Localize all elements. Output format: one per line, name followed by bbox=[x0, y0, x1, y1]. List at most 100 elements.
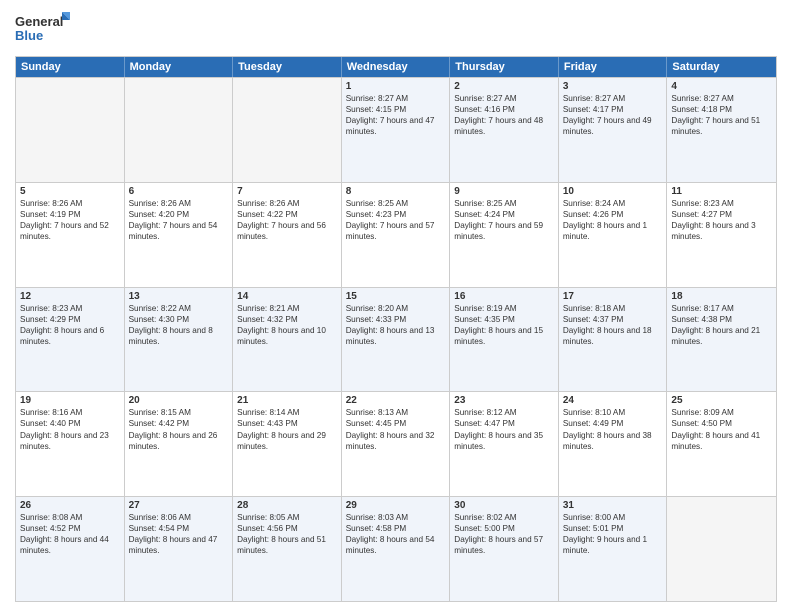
day-number: 23 bbox=[454, 395, 554, 406]
day-number: 25 bbox=[671, 395, 772, 406]
cell-content: Sunrise: 8:16 AMSunset: 4:40 PMDaylight:… bbox=[20, 407, 120, 451]
cell-content: Sunrise: 8:27 AMSunset: 4:16 PMDaylight:… bbox=[454, 93, 554, 137]
calendar-cell-21: 21Sunrise: 8:14 AMSunset: 4:43 PMDayligh… bbox=[233, 392, 342, 496]
day-number: 20 bbox=[129, 395, 229, 406]
logo-svg: General Blue bbox=[15, 10, 70, 48]
cell-content: Sunrise: 8:27 AMSunset: 4:17 PMDaylight:… bbox=[563, 93, 663, 137]
calendar-cell-empty bbox=[233, 78, 342, 182]
calendar-cell-17: 17Sunrise: 8:18 AMSunset: 4:37 PMDayligh… bbox=[559, 288, 668, 392]
day-number: 31 bbox=[563, 500, 663, 511]
header-day-sunday: Sunday bbox=[16, 57, 125, 77]
calendar-cell-6: 6Sunrise: 8:26 AMSunset: 4:20 PMDaylight… bbox=[125, 183, 234, 287]
day-number: 22 bbox=[346, 395, 446, 406]
day-number: 10 bbox=[563, 186, 663, 197]
day-number: 3 bbox=[563, 81, 663, 92]
calendar-cell-empty bbox=[125, 78, 234, 182]
calendar-cell-18: 18Sunrise: 8:17 AMSunset: 4:38 PMDayligh… bbox=[667, 288, 776, 392]
logo: General Blue bbox=[15, 10, 70, 48]
cell-content: Sunrise: 8:22 AMSunset: 4:30 PMDaylight:… bbox=[129, 303, 229, 347]
header-day-saturday: Saturday bbox=[667, 57, 776, 77]
calendar-cell-9: 9Sunrise: 8:25 AMSunset: 4:24 PMDaylight… bbox=[450, 183, 559, 287]
calendar-cell-3: 3Sunrise: 8:27 AMSunset: 4:17 PMDaylight… bbox=[559, 78, 668, 182]
cell-content: Sunrise: 8:14 AMSunset: 4:43 PMDaylight:… bbox=[237, 407, 337, 451]
day-number: 8 bbox=[346, 186, 446, 197]
calendar-cell-23: 23Sunrise: 8:12 AMSunset: 4:47 PMDayligh… bbox=[450, 392, 559, 496]
day-number: 6 bbox=[129, 186, 229, 197]
calendar-cell-15: 15Sunrise: 8:20 AMSunset: 4:33 PMDayligh… bbox=[342, 288, 451, 392]
calendar-cell-empty bbox=[16, 78, 125, 182]
day-number: 7 bbox=[237, 186, 337, 197]
svg-text:Blue: Blue bbox=[15, 28, 43, 43]
cell-content: Sunrise: 8:18 AMSunset: 4:37 PMDaylight:… bbox=[563, 303, 663, 347]
calendar-cell-24: 24Sunrise: 8:10 AMSunset: 4:49 PMDayligh… bbox=[559, 392, 668, 496]
calendar-cell-30: 30Sunrise: 8:02 AMSunset: 5:00 PMDayligh… bbox=[450, 497, 559, 601]
day-number: 18 bbox=[671, 291, 772, 302]
calendar-cell-10: 10Sunrise: 8:24 AMSunset: 4:26 PMDayligh… bbox=[559, 183, 668, 287]
calendar-cell-22: 22Sunrise: 8:13 AMSunset: 4:45 PMDayligh… bbox=[342, 392, 451, 496]
calendar-cell-2: 2Sunrise: 8:27 AMSunset: 4:16 PMDaylight… bbox=[450, 78, 559, 182]
cell-content: Sunrise: 8:20 AMSunset: 4:33 PMDaylight:… bbox=[346, 303, 446, 347]
day-number: 26 bbox=[20, 500, 120, 511]
cell-content: Sunrise: 8:25 AMSunset: 4:23 PMDaylight:… bbox=[346, 198, 446, 242]
cell-content: Sunrise: 8:15 AMSunset: 4:42 PMDaylight:… bbox=[129, 407, 229, 451]
cell-content: Sunrise: 8:19 AMSunset: 4:35 PMDaylight:… bbox=[454, 303, 554, 347]
calendar-cell-19: 19Sunrise: 8:16 AMSunset: 4:40 PMDayligh… bbox=[16, 392, 125, 496]
calendar-row-0: 1Sunrise: 8:27 AMSunset: 4:15 PMDaylight… bbox=[16, 77, 776, 182]
svg-text:General: General bbox=[15, 14, 63, 29]
cell-content: Sunrise: 8:10 AMSunset: 4:49 PMDaylight:… bbox=[563, 407, 663, 451]
cell-content: Sunrise: 8:08 AMSunset: 4:52 PMDaylight:… bbox=[20, 512, 120, 556]
calendar-cell-28: 28Sunrise: 8:05 AMSunset: 4:56 PMDayligh… bbox=[233, 497, 342, 601]
day-number: 24 bbox=[563, 395, 663, 406]
cell-content: Sunrise: 8:05 AMSunset: 4:56 PMDaylight:… bbox=[237, 512, 337, 556]
calendar-cell-16: 16Sunrise: 8:19 AMSunset: 4:35 PMDayligh… bbox=[450, 288, 559, 392]
cell-content: Sunrise: 8:13 AMSunset: 4:45 PMDaylight:… bbox=[346, 407, 446, 451]
day-number: 2 bbox=[454, 81, 554, 92]
header-day-monday: Monday bbox=[125, 57, 234, 77]
cell-content: Sunrise: 8:26 AMSunset: 4:20 PMDaylight:… bbox=[129, 198, 229, 242]
calendar-body: 1Sunrise: 8:27 AMSunset: 4:15 PMDaylight… bbox=[16, 77, 776, 601]
cell-content: Sunrise: 8:21 AMSunset: 4:32 PMDaylight:… bbox=[237, 303, 337, 347]
calendar-row-2: 12Sunrise: 8:23 AMSunset: 4:29 PMDayligh… bbox=[16, 287, 776, 392]
day-number: 21 bbox=[237, 395, 337, 406]
calendar-cell-27: 27Sunrise: 8:06 AMSunset: 4:54 PMDayligh… bbox=[125, 497, 234, 601]
cell-content: Sunrise: 8:23 AMSunset: 4:29 PMDaylight:… bbox=[20, 303, 120, 347]
cell-content: Sunrise: 8:26 AMSunset: 4:22 PMDaylight:… bbox=[237, 198, 337, 242]
calendar-cell-5: 5Sunrise: 8:26 AMSunset: 4:19 PMDaylight… bbox=[16, 183, 125, 287]
page: General Blue SundayMondayTuesdayWednesda… bbox=[0, 0, 792, 612]
day-number: 12 bbox=[20, 291, 120, 302]
day-number: 1 bbox=[346, 81, 446, 92]
calendar-cell-26: 26Sunrise: 8:08 AMSunset: 4:52 PMDayligh… bbox=[16, 497, 125, 601]
cell-content: Sunrise: 8:27 AMSunset: 4:15 PMDaylight:… bbox=[346, 93, 446, 137]
day-number: 4 bbox=[671, 81, 772, 92]
calendar-header: SundayMondayTuesdayWednesdayThursdayFrid… bbox=[16, 57, 776, 77]
calendar-cell-1: 1Sunrise: 8:27 AMSunset: 4:15 PMDaylight… bbox=[342, 78, 451, 182]
day-number: 30 bbox=[454, 500, 554, 511]
cell-content: Sunrise: 8:00 AMSunset: 5:01 PMDaylight:… bbox=[563, 512, 663, 556]
day-number: 14 bbox=[237, 291, 337, 302]
day-number: 29 bbox=[346, 500, 446, 511]
day-number: 19 bbox=[20, 395, 120, 406]
day-number: 11 bbox=[671, 186, 772, 197]
cell-content: Sunrise: 8:27 AMSunset: 4:18 PMDaylight:… bbox=[671, 93, 772, 137]
cell-content: Sunrise: 8:24 AMSunset: 4:26 PMDaylight:… bbox=[563, 198, 663, 242]
cell-content: Sunrise: 8:25 AMSunset: 4:24 PMDaylight:… bbox=[454, 198, 554, 242]
calendar-cell-31: 31Sunrise: 8:00 AMSunset: 5:01 PMDayligh… bbox=[559, 497, 668, 601]
calendar-cell-11: 11Sunrise: 8:23 AMSunset: 4:27 PMDayligh… bbox=[667, 183, 776, 287]
cell-content: Sunrise: 8:23 AMSunset: 4:27 PMDaylight:… bbox=[671, 198, 772, 242]
day-number: 28 bbox=[237, 500, 337, 511]
calendar-cell-empty bbox=[667, 497, 776, 601]
day-number: 13 bbox=[129, 291, 229, 302]
cell-content: Sunrise: 8:26 AMSunset: 4:19 PMDaylight:… bbox=[20, 198, 120, 242]
cell-content: Sunrise: 8:03 AMSunset: 4:58 PMDaylight:… bbox=[346, 512, 446, 556]
calendar-cell-25: 25Sunrise: 8:09 AMSunset: 4:50 PMDayligh… bbox=[667, 392, 776, 496]
calendar-cell-12: 12Sunrise: 8:23 AMSunset: 4:29 PMDayligh… bbox=[16, 288, 125, 392]
calendar-cell-13: 13Sunrise: 8:22 AMSunset: 4:30 PMDayligh… bbox=[125, 288, 234, 392]
day-number: 16 bbox=[454, 291, 554, 302]
cell-content: Sunrise: 8:06 AMSunset: 4:54 PMDaylight:… bbox=[129, 512, 229, 556]
header-day-friday: Friday bbox=[559, 57, 668, 77]
cell-content: Sunrise: 8:02 AMSunset: 5:00 PMDaylight:… bbox=[454, 512, 554, 556]
header-day-wednesday: Wednesday bbox=[342, 57, 451, 77]
calendar: SundayMondayTuesdayWednesdayThursdayFrid… bbox=[15, 56, 777, 602]
day-number: 15 bbox=[346, 291, 446, 302]
cell-content: Sunrise: 8:17 AMSunset: 4:38 PMDaylight:… bbox=[671, 303, 772, 347]
